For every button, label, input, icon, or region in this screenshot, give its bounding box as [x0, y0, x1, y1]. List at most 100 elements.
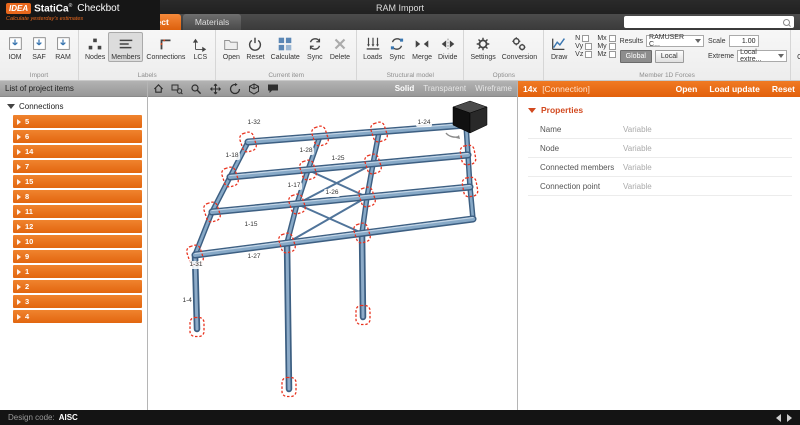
list-item[interactable]: 15 [13, 175, 142, 188]
tab-materials[interactable]: Materials [183, 14, 241, 30]
load-update-button[interactable]: Load update [709, 84, 760, 94]
open-button[interactable]: Open [219, 32, 243, 62]
list-item[interactable]: 1 [13, 265, 142, 278]
connections-icon [157, 35, 175, 53]
reset-button[interactable]: Reset [243, 32, 267, 62]
draw-button[interactable]: Draw [547, 32, 571, 62]
status-bar: Design code: AISC [0, 410, 800, 425]
saf-button[interactable]: SAF [27, 32, 51, 62]
property-label: Name [528, 125, 623, 134]
iom-button[interactable]: IOM [3, 32, 27, 62]
view-mode-wireframe[interactable]: Wireframe [475, 84, 512, 93]
extreme-dropdown[interactable]: Local extre... [737, 50, 787, 62]
saf-import-icon [30, 35, 48, 53]
new-connection-button[interactable]: Connection [794, 32, 800, 62]
force-check-mx[interactable]: Mx [597, 35, 615, 42]
connections-group[interactable]: Connections [3, 100, 144, 115]
item-arrow-icon [17, 149, 21, 155]
delete-button[interactable]: Delete [327, 32, 353, 62]
members-button[interactable]: Members [108, 32, 143, 62]
list-item[interactable]: 10 [13, 235, 142, 248]
viewport-toolbar: Solid Transparent Wireframe [148, 81, 517, 97]
item-number: 7 [25, 162, 29, 171]
main-area: List of project items Connections 561471… [0, 81, 800, 410]
item-arrow-icon [17, 119, 21, 125]
sync-button[interactable]: Sync [303, 32, 327, 62]
view-mode-transparent[interactable]: Transparent [423, 84, 466, 93]
loads-icon [364, 35, 382, 53]
view-mode-solid[interactable]: Solid [395, 84, 415, 93]
pan-icon[interactable] [209, 83, 222, 95]
chevron-down-icon [695, 39, 701, 43]
merge-icon [413, 35, 431, 53]
checkbox-icon [585, 43, 592, 50]
list-item[interactable]: 5 [13, 115, 142, 128]
extreme-label: Extreme [708, 53, 734, 60]
model-canvas[interactable]: 1-321-241-181-281-251-171-261-151-311-27… [148, 97, 517, 410]
nodes-button[interactable]: Nodes [82, 32, 108, 62]
search-input[interactable] [624, 17, 783, 27]
search-icon[interactable] [783, 19, 790, 26]
list-item[interactable]: 4 [13, 310, 142, 323]
collapse-panel-icon[interactable] [776, 414, 781, 422]
members-icon [117, 35, 135, 53]
ram-button[interactable]: RAM [51, 32, 75, 62]
expand-panel-icon[interactable] [787, 414, 792, 422]
connections-button[interactable]: Connections [143, 32, 188, 62]
reset-connection-button[interactable]: Reset [772, 84, 795, 94]
list-item[interactable]: 12 [13, 220, 142, 233]
group-title-member-forces: Member 1D Forces [544, 72, 790, 79]
property-value[interactable]: Variable [623, 125, 652, 134]
divide-button[interactable]: Divide [435, 32, 460, 62]
isometric-cube-icon[interactable] [248, 83, 260, 95]
conversion-button[interactable]: Conversion [499, 32, 540, 62]
list-item[interactable]: 2 [13, 280, 142, 293]
force-check-my[interactable]: My [597, 43, 615, 50]
item-arrow-icon [17, 179, 21, 185]
item-arrow-icon [17, 254, 21, 260]
results-dropdown[interactable]: RAMUSER C... [646, 35, 704, 47]
divide-icon [439, 35, 457, 53]
force-check-mz[interactable]: Mz [597, 51, 615, 58]
item-arrow-icon [17, 314, 21, 320]
checkbox-icon [609, 43, 616, 50]
lcs-button[interactable]: LCS [188, 32, 212, 62]
property-value[interactable]: Variable [623, 144, 652, 153]
property-label: Connected members [528, 163, 623, 172]
force-check-vy[interactable]: Vy [575, 43, 592, 50]
property-value[interactable]: Variable [623, 163, 652, 172]
model-sync-button[interactable]: Sync [385, 32, 409, 62]
property-row: Connected membersVariable [528, 158, 792, 177]
force-check-n[interactable]: N [575, 35, 592, 42]
zoom-icon[interactable] [190, 83, 202, 95]
selection-type: [Connection] [542, 84, 590, 94]
local-toggle[interactable]: Local [655, 50, 684, 63]
property-value[interactable]: Variable [623, 182, 652, 191]
loads-button[interactable]: Loads [360, 32, 385, 62]
member-label: 1-31 [188, 261, 204, 269]
item-number: 9 [25, 252, 29, 261]
list-item[interactable]: 9 [13, 250, 142, 263]
zoom-window-icon[interactable] [171, 83, 183, 95]
global-toggle[interactable]: Global [620, 50, 652, 63]
merge-button[interactable]: Merge [409, 32, 435, 62]
list-item[interactable]: 6 [13, 130, 142, 143]
list-item[interactable]: 3 [13, 295, 142, 308]
force-check-vz[interactable]: Vz [575, 51, 592, 58]
scale-input[interactable]: 1.00 [729, 35, 759, 47]
comment-icon[interactable] [267, 83, 279, 95]
draw-icon [550, 35, 568, 53]
list-item[interactable]: 8 [13, 190, 142, 203]
detail-header: 14x [Connection] Open Load update Reset [518, 81, 800, 97]
zoom-all-icon[interactable] [153, 83, 164, 94]
properties-section-header[interactable]: Properties [518, 97, 800, 120]
calculate-button[interactable]: Calculate [268, 32, 303, 62]
force-check-label: Mz [597, 51, 606, 58]
list-item[interactable]: 14 [13, 145, 142, 158]
list-item[interactable]: 11 [13, 205, 142, 218]
orbit-rotate-icon[interactable] [229, 83, 241, 95]
list-item[interactable]: 7 [13, 160, 142, 173]
settings-button[interactable]: Settings [467, 32, 498, 62]
open-connection-button[interactable]: Open [676, 84, 698, 94]
ram-import-icon [54, 35, 72, 53]
